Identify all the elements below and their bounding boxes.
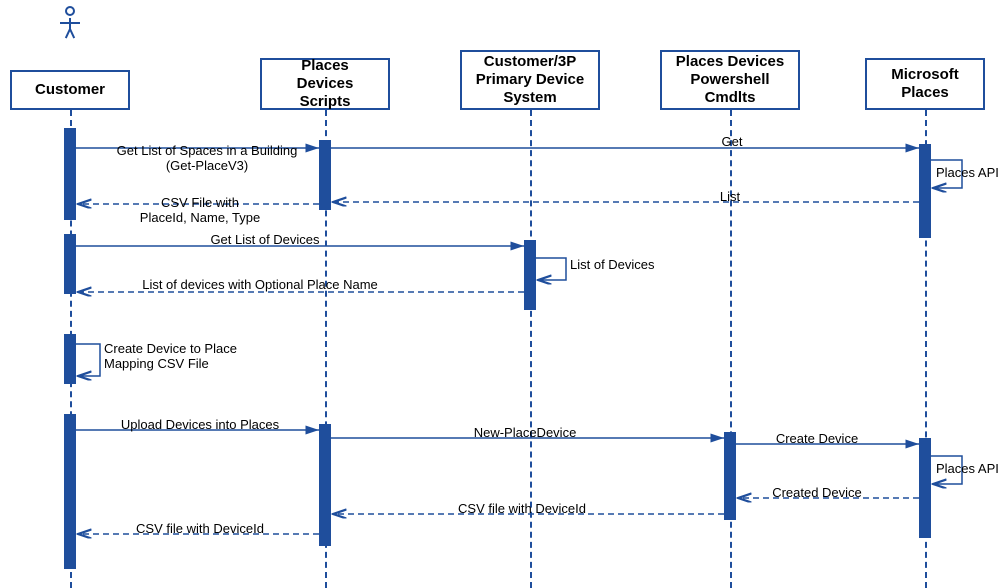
activation-customer-4 <box>64 414 76 569</box>
activation-scripts-1 <box>319 140 331 210</box>
msg-csv-places: CSV File with PlaceId, Name, Type <box>120 196 280 226</box>
activation-places-1 <box>919 144 931 238</box>
participant-primary: Customer/3P Primary Device System <box>460 50 600 110</box>
msg-new-placedevice: New-PlaceDevice <box>460 426 590 441</box>
participant-label: Microsoft Places <box>877 66 973 102</box>
msg-get: Get <box>718 135 746 150</box>
participant-places: Microsoft Places <box>865 58 985 110</box>
actor-icon <box>60 6 80 40</box>
participant-label: Customer <box>35 81 105 99</box>
participant-label: Customer/3P Primary Device System <box>472 53 588 107</box>
activation-customer-3 <box>64 334 76 384</box>
msg-places-api-1: Places API <box>936 166 1000 181</box>
msg-upload-devices: Upload Devices into Places <box>110 418 290 433</box>
msg-csv-deviceid-1: CSV file with DeviceId <box>442 502 602 517</box>
activation-cmdlets-1 <box>724 432 736 520</box>
participant-customer: Customer <box>10 70 130 110</box>
activation-scripts-2 <box>319 424 331 546</box>
activation-places-2 <box>919 438 931 538</box>
participant-label: Places Devices Powershell Cmdlts <box>672 53 788 107</box>
participant-label: Places Devices Scripts <box>272 57 378 111</box>
msg-list-devices: List of Devices <box>570 258 670 273</box>
msg-get-spaces: Get List of Spaces in a Building (Get-Pl… <box>98 144 316 174</box>
activation-customer-1 <box>64 128 76 220</box>
msg-list: List <box>716 190 744 205</box>
activation-primary-1 <box>524 240 536 310</box>
msg-list-devices-return: List of devices with Optional Place Name <box>120 278 400 293</box>
msg-create-device: Create Device <box>762 432 872 447</box>
msg-get-devices: Get List of Devices <box>190 233 340 248</box>
msg-places-api-2: Places API <box>936 462 1000 477</box>
activation-customer-2 <box>64 234 76 294</box>
participant-cmdlets: Places Devices Powershell Cmdlts <box>660 50 800 110</box>
msg-csv-deviceid-2: CSV file with DeviceId <box>110 522 290 537</box>
msg-created-device: Created Device <box>762 486 872 501</box>
msg-create-mapping: Create Device to Place Mapping CSV File <box>104 342 264 372</box>
participant-scripts: Places Devices Scripts <box>260 58 390 110</box>
